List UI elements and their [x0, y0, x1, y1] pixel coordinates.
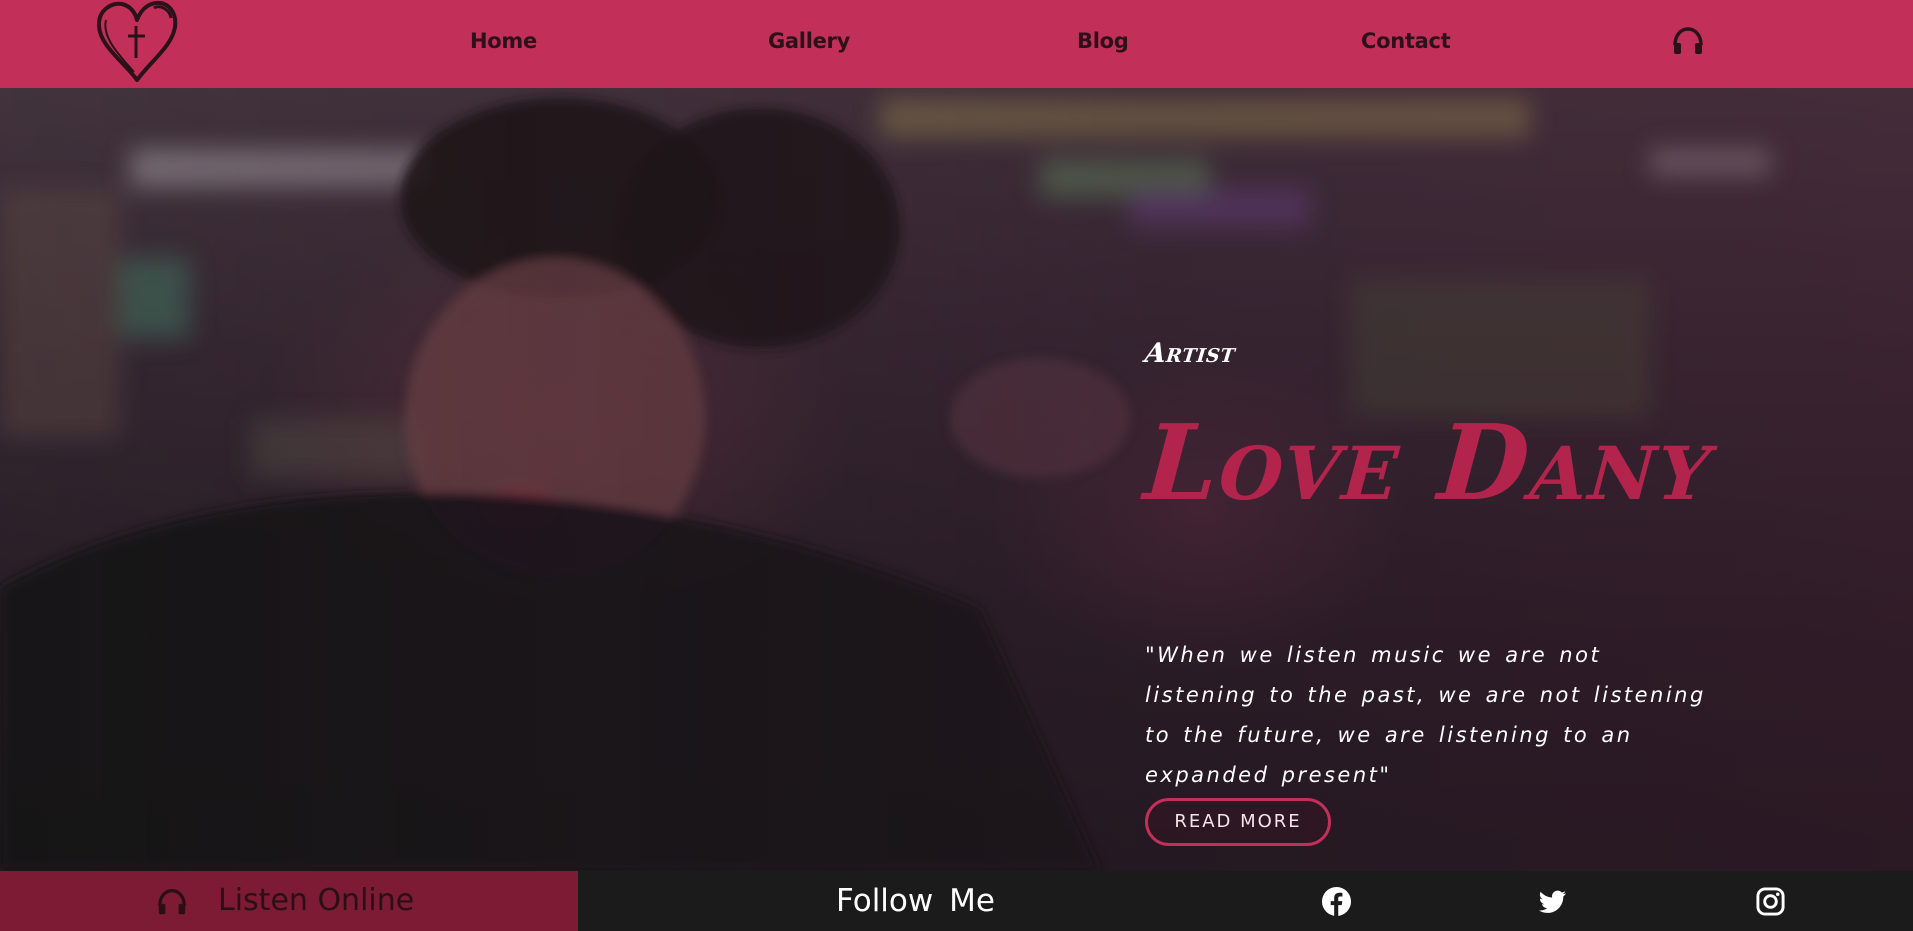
- navbar: Home Gallery Blog Contact: [0, 0, 1913, 88]
- listen-online-button[interactable]: Listen Online: [0, 871, 578, 931]
- heart-cross-logo[interactable]: [94, 0, 180, 84]
- nav-link-blog[interactable]: Blog: [1077, 26, 1129, 56]
- facebook-icon[interactable]: [1321, 886, 1352, 917]
- nav-link-home[interactable]: Home: [470, 26, 537, 56]
- headphones-icon: [158, 889, 186, 915]
- hero-title: Love Dany: [1140, 401, 1717, 524]
- hero-section: Artist Love Dany "When we listen music w…: [0, 88, 1913, 871]
- listen-online-label: Listen Online: [218, 883, 415, 918]
- headphones-icon[interactable]: [1671, 24, 1705, 58]
- instagram-icon[interactable]: [1755, 886, 1786, 917]
- hero-quote: "When we listen music we are not listeni…: [1145, 643, 1706, 787]
- twitter-icon[interactable]: [1537, 886, 1568, 917]
- read-more-button[interactable]: READ MORE: [1145, 798, 1331, 846]
- follow-me-label: Follow Me: [836, 883, 995, 919]
- nav-link-contact[interactable]: Contact: [1361, 26, 1451, 56]
- bottom-bar: Listen Online Follow Me: [0, 871, 1913, 931]
- hero-subtitle: Artist: [1143, 338, 1237, 369]
- nav-link-gallery[interactable]: Gallery: [768, 26, 850, 56]
